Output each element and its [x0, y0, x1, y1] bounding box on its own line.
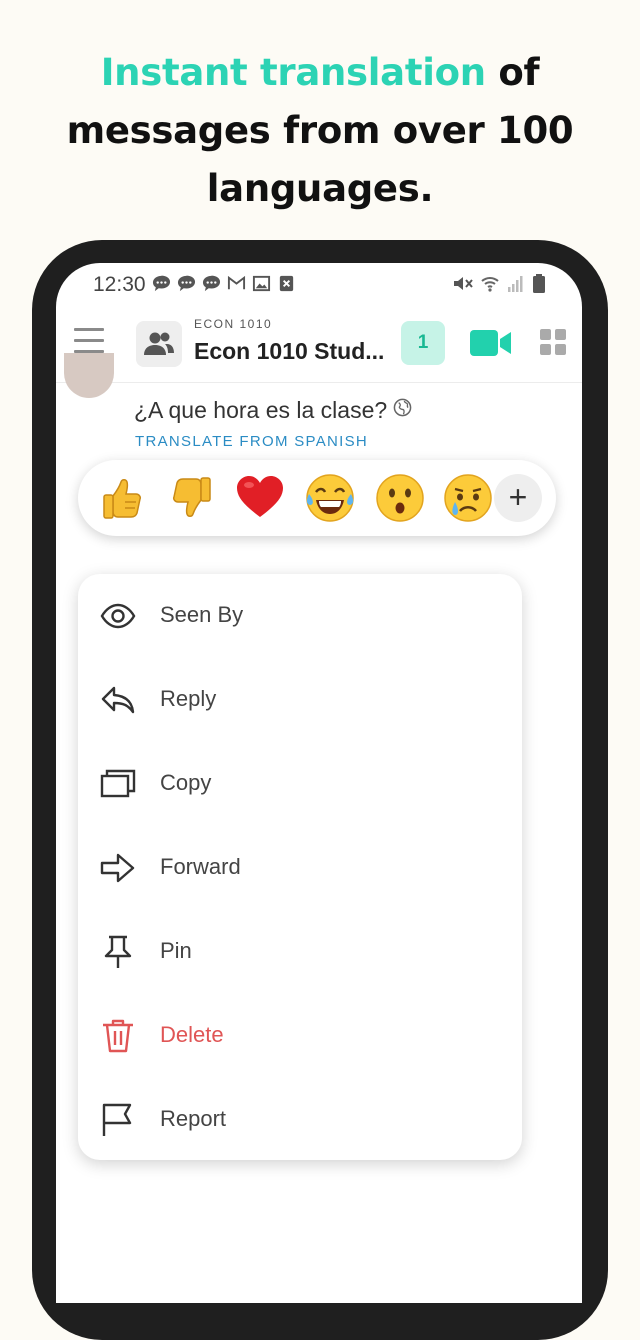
- forward-icon: [100, 850, 136, 886]
- copy-icon: [100, 766, 136, 802]
- flag-icon: [100, 1102, 136, 1138]
- trash-icon: [100, 1018, 136, 1054]
- thumbs-down-icon[interactable]: [164, 472, 216, 524]
- notification-icons: [152, 274, 296, 293]
- group-avatar-icon[interactable]: [136, 321, 182, 367]
- menu-label-delete: Delete: [160, 1022, 224, 1047]
- chat-bubble-icon: [152, 274, 171, 293]
- mute-vibrate-icon: [452, 274, 474, 298]
- menu-item-delete[interactable]: Delete: [78, 994, 522, 1078]
- menu-label-seen-by: Seen By: [160, 602, 244, 627]
- menu-label-forward: Forward: [160, 854, 241, 879]
- message-context-menu: Seen By Reply Copy Forward Pin Delete Re…: [78, 574, 522, 1160]
- video-call-icon[interactable]: [470, 330, 512, 356]
- menu-item-seen-by[interactable]: Seen By: [78, 574, 522, 658]
- menu-item-forward[interactable]: Forward: [78, 826, 522, 910]
- add-reaction-button[interactable]: +: [494, 474, 542, 522]
- crying-face-icon[interactable]: [442, 472, 494, 524]
- menu-item-copy[interactable]: Copy: [78, 742, 522, 826]
- chat-bubble-icon: [202, 274, 221, 293]
- system-icons: [452, 274, 546, 298]
- promo-headline: Instant translation of messages from ove…: [0, 44, 640, 218]
- translate-link[interactable]: TRANSLATE FROM SPANISH: [135, 433, 368, 450]
- image-icon: [252, 274, 271, 293]
- menu-hamburger-icon[interactable]: [74, 328, 104, 354]
- grid-apps-icon[interactable]: [540, 329, 566, 355]
- globe-icon: [393, 396, 412, 423]
- menu-item-reply[interactable]: Reply: [78, 658, 522, 742]
- wifi-icon: [480, 274, 500, 298]
- reply-icon: [100, 682, 136, 718]
- surprised-face-icon[interactable]: [374, 472, 426, 524]
- heart-icon[interactable]: [234, 472, 286, 524]
- signal-icon: [506, 274, 526, 298]
- eye-icon: [100, 598, 136, 634]
- battery-icon: [532, 274, 546, 298]
- menu-label-copy: Copy: [160, 770, 212, 795]
- menu-label-report: Report: [160, 1106, 227, 1131]
- headline-line3: languages.: [206, 167, 434, 210]
- headline-accent: Instant translation: [100, 51, 486, 94]
- menu-item-report[interactable]: Report: [78, 1078, 522, 1162]
- thumbs-up-icon[interactable]: [98, 472, 150, 524]
- menu-label-reply: Reply: [160, 686, 217, 711]
- headline-line1-rest: of: [498, 51, 540, 94]
- course-code: ECON 1010: [194, 317, 273, 331]
- chat-message[interactable]: ¿A que hora es la clase?: [134, 396, 412, 424]
- chat-bubble-icon: [177, 274, 196, 293]
- status-time: 12:30: [93, 273, 146, 296]
- chat-header: ECON 1010 Econ 1010 Stud... 1: [56, 307, 582, 383]
- tears-of-joy-icon[interactable]: [304, 472, 356, 524]
- chat-title[interactable]: Econ 1010 Stud...: [194, 338, 384, 365]
- pin-icon: [100, 934, 136, 970]
- menu-label-pin: Pin: [160, 938, 192, 963]
- phone-screen: 12:30 ECON 1010 Econ 1010 Stud... 1 ¿A q…: [56, 263, 582, 1303]
- member-count-badge[interactable]: 1: [401, 321, 445, 365]
- close-box-icon: [277, 274, 296, 293]
- gmail-icon: [227, 274, 246, 293]
- sender-avatar[interactable]: [64, 353, 114, 398]
- message-text: ¿A que hora es la clase?: [134, 397, 388, 423]
- headline-line2: messages from over 100: [66, 109, 574, 152]
- reaction-bar: +: [78, 460, 556, 536]
- status-bar: 12:30: [56, 263, 582, 307]
- menu-item-pin[interactable]: Pin: [78, 910, 522, 994]
